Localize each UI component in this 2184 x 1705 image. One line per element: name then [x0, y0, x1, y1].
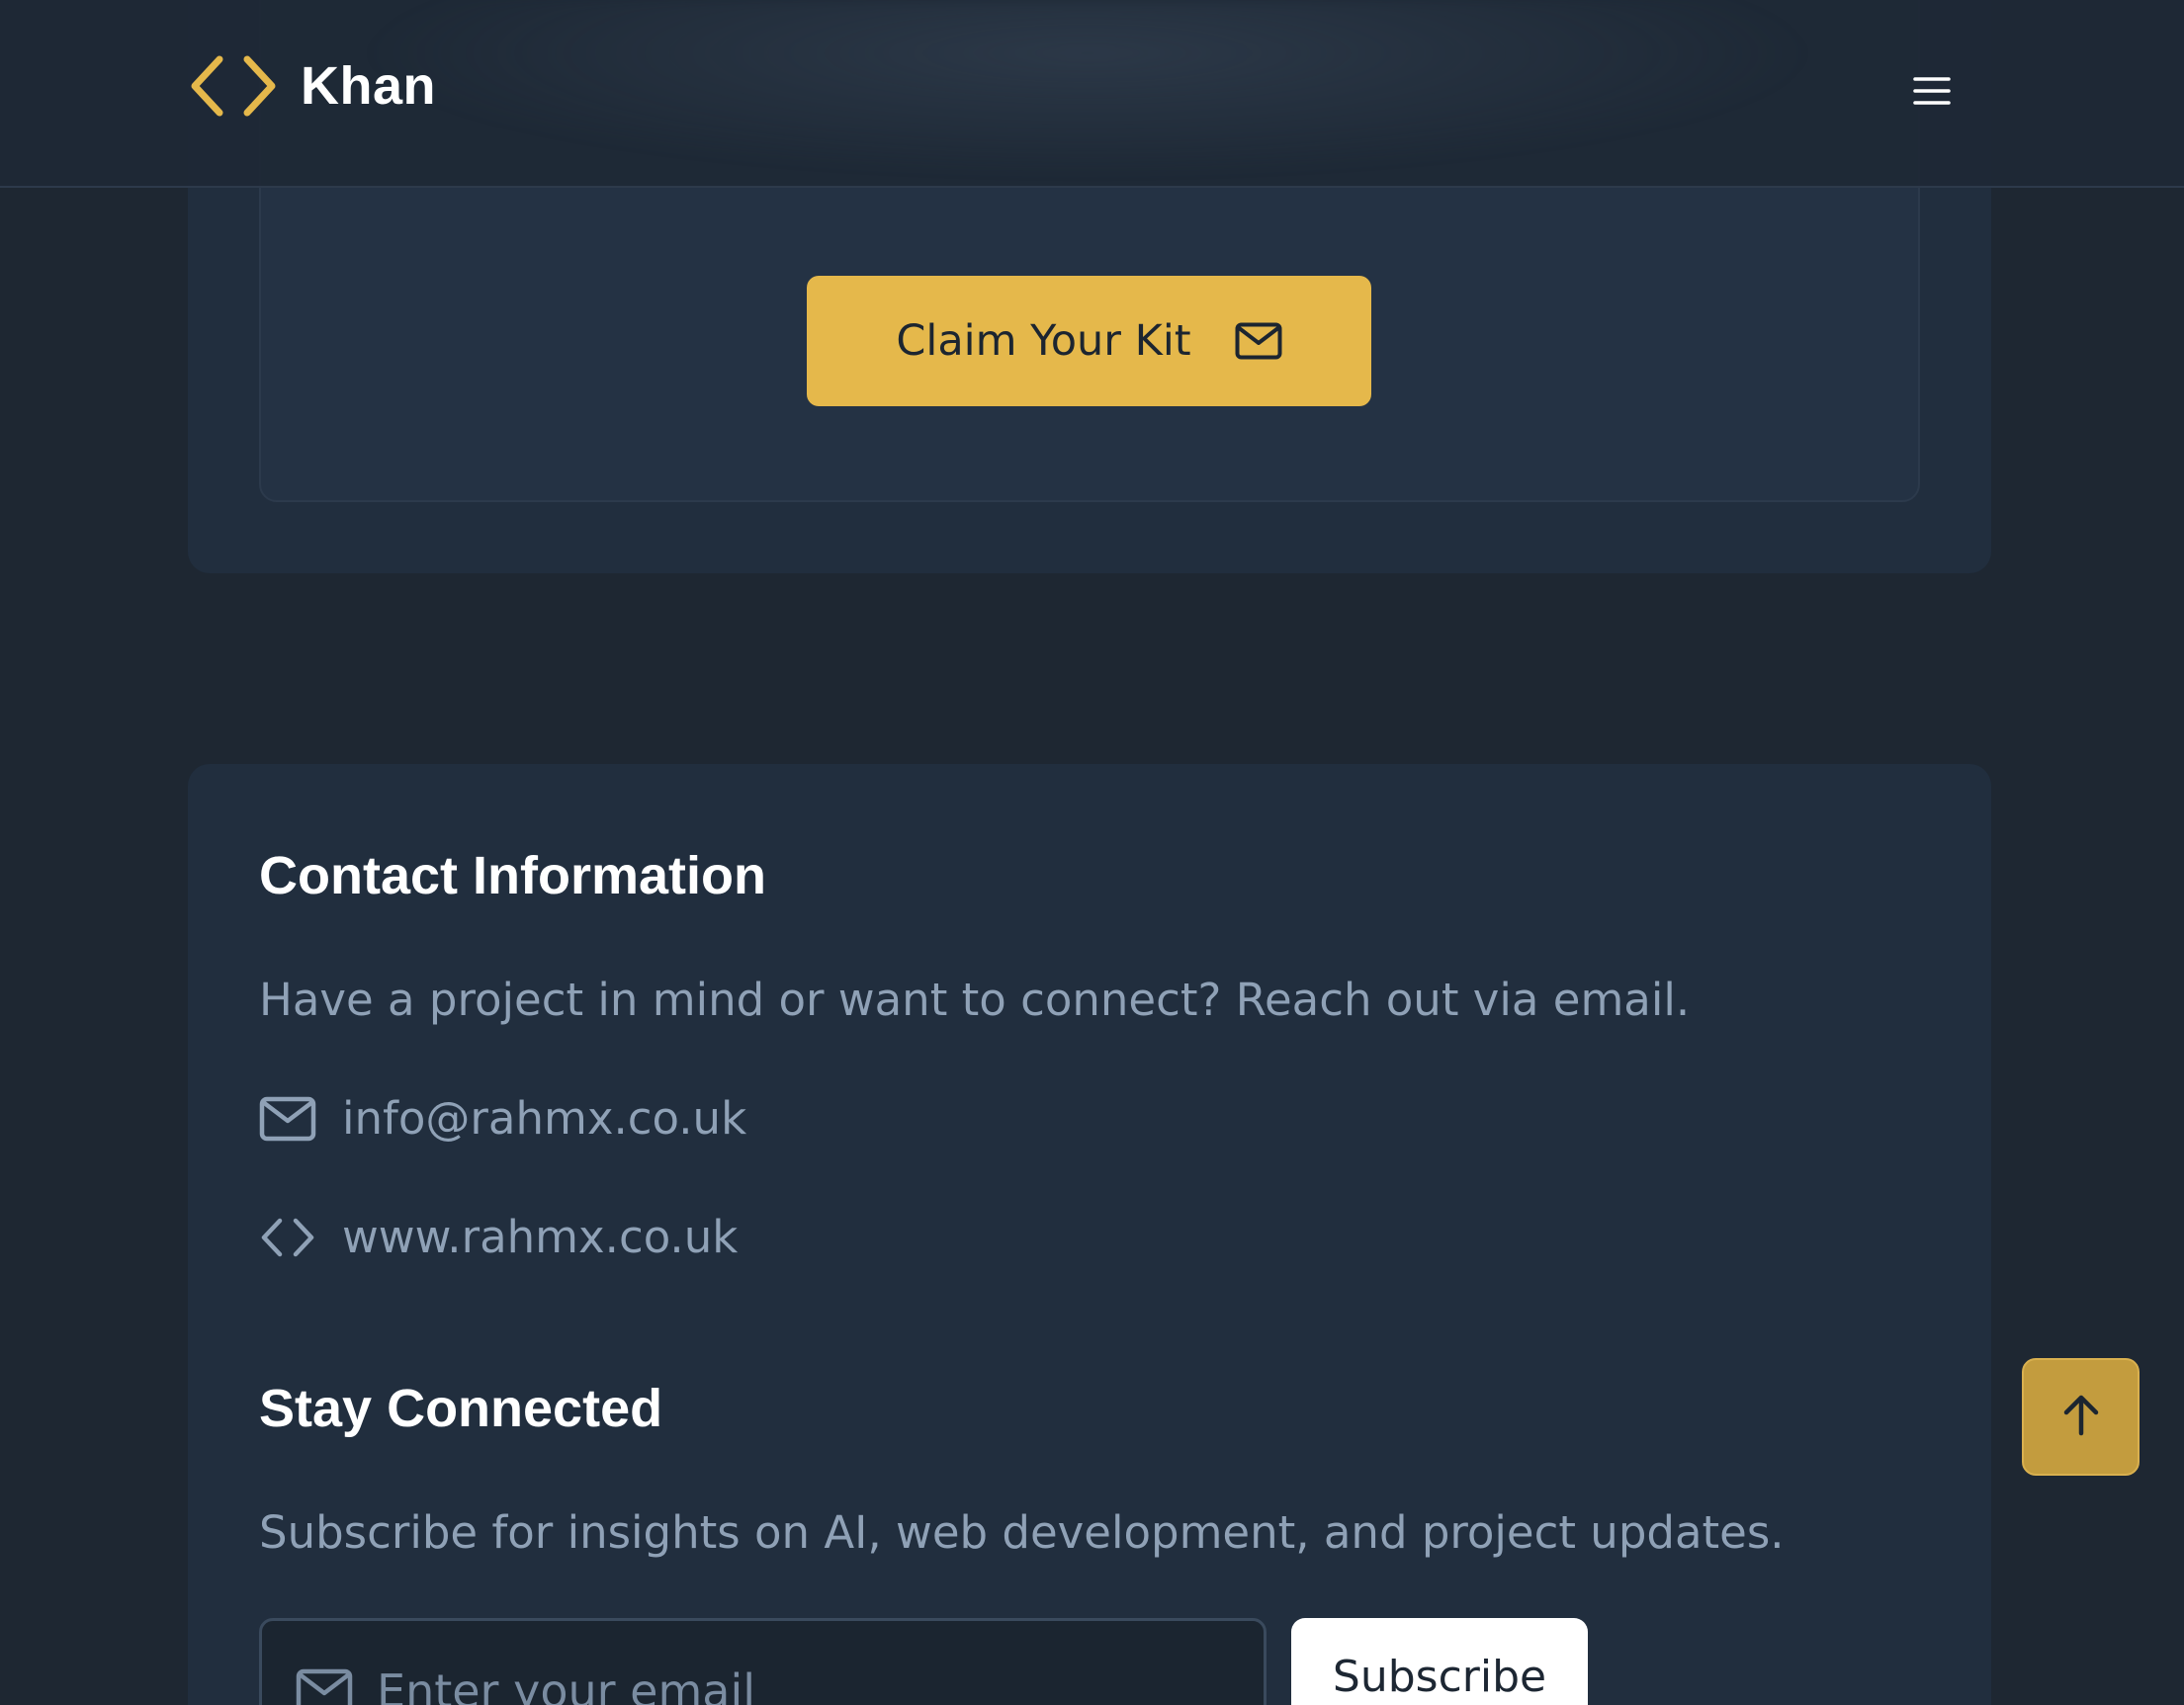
contact-title: Contact Information — [259, 846, 766, 905]
subscribe-label: Subscribe — [1332, 1652, 1547, 1702]
hamburger-menu-icon — [1913, 75, 1951, 111]
logo-text: Khan — [301, 56, 436, 116]
subscribe-button[interactable]: Subscribe — [1291, 1618, 1588, 1705]
newsletter-title: Stay Connected — [259, 1379, 663, 1438]
mail-icon — [259, 1096, 316, 1142]
claim-kit-label: Claim Your Kit — [896, 316, 1191, 366]
contact-email-row[interactable]: info@rahmx.co.uk — [259, 1092, 746, 1145]
contact-website-row[interactable]: www.rahmx.co.uk — [259, 1211, 738, 1263]
arrow-up-icon — [2061, 1394, 2101, 1441]
newsletter-description: Subscribe for insights on AI, web develo… — [259, 1506, 1785, 1559]
mail-icon — [1235, 322, 1282, 360]
code-brackets-icon — [259, 1217, 316, 1258]
contact-description: Have a project in mind or want to connec… — [259, 974, 1691, 1026]
mail-icon — [296, 1641, 353, 1705]
site-header: Khan — [0, 0, 2184, 188]
contact-email-link[interactable]: info@rahmx.co.uk — [342, 1092, 746, 1145]
logo[interactable]: Khan — [188, 54, 436, 118]
code-brackets-icon — [188, 54, 279, 118]
email-placeholder: Enter your email — [377, 1664, 756, 1705]
claim-kit-button[interactable]: Claim Your Kit — [807, 276, 1371, 406]
email-field[interactable]: Enter your email — [259, 1618, 1267, 1705]
back-to-top-button[interactable] — [2022, 1358, 2140, 1476]
contact-website-link[interactable]: www.rahmx.co.uk — [342, 1211, 738, 1263]
menu-button[interactable] — [1908, 69, 1956, 117]
header-backdrop — [356, 0, 1819, 178]
page: Claim Your Kit Khan Contact Information … — [0, 0, 2184, 1705]
